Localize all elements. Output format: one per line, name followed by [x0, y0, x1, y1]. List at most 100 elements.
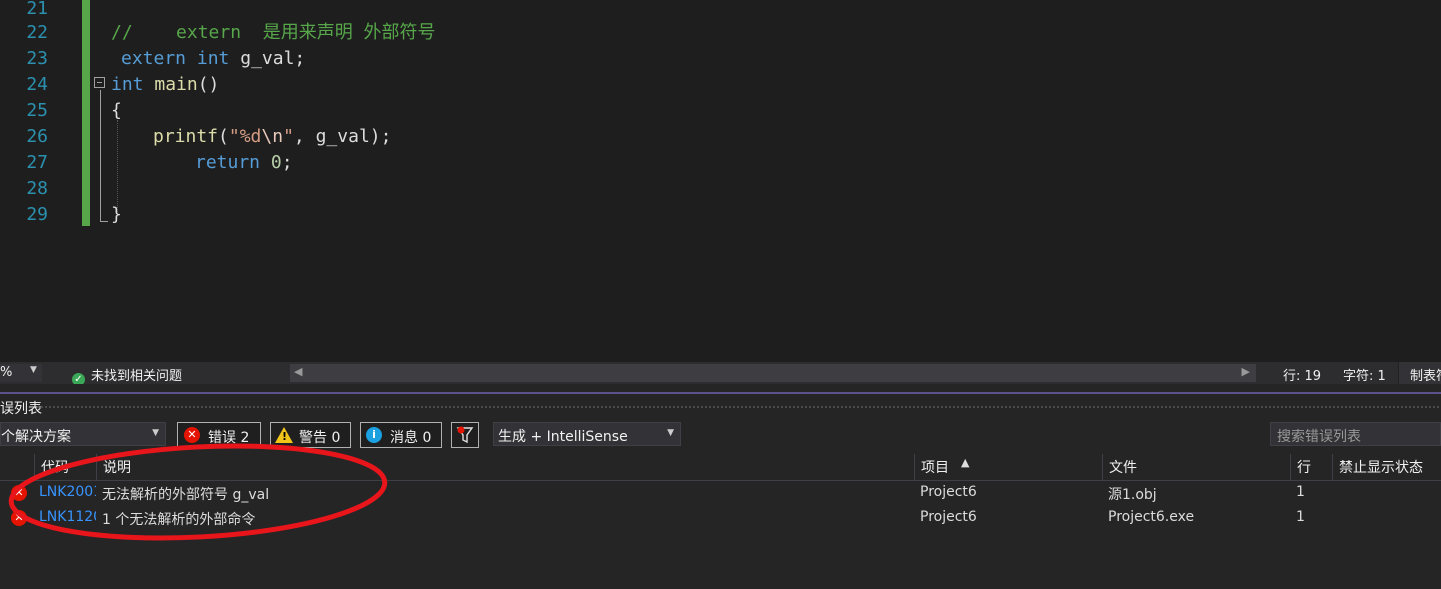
line-number: 22: [26, 22, 48, 43]
build-source-label: 生成 + IntelliSense: [498, 429, 628, 445]
error-list-toolbar: 个解决方案 ▼ ✕ 错误 2 警告 0 i 消息 0 生成 + IntelliS…: [0, 422, 1441, 450]
search-placeholder: 搜索错误列表: [1277, 429, 1361, 445]
code-line: 29 }: [0, 202, 1441, 228]
chevron-down-icon: ▼: [667, 428, 674, 438]
filter-button[interactable]: [451, 422, 479, 448]
code-line: 21: [0, 0, 1441, 22]
line-number: 24: [26, 74, 48, 95]
function-name: printf: [153, 126, 219, 147]
tabs-mode-indicator[interactable]: 制表符: [1398, 362, 1441, 384]
zoom-value: %: [0, 365, 13, 380]
column-header-label: 禁止显示状态: [1339, 460, 1423, 476]
keyword: int: [196, 48, 230, 69]
code-text: printf("%d\n", g_val);: [153, 124, 391, 150]
brace: }: [111, 204, 122, 225]
scroll-right-icon[interactable]: ▶: [1242, 365, 1250, 378]
messages-count: 消息 0: [390, 430, 432, 446]
line-number: 27: [26, 152, 48, 173]
error-icon: ✕: [11, 485, 27, 501]
issues-text: 未找到相关问题: [91, 369, 183, 384]
messages-filter-button[interactable]: i 消息 0: [360, 422, 442, 448]
column-header-project[interactable]: 项目 ▲: [914, 454, 1102, 480]
info-icon: i: [366, 427, 382, 443]
error-file: Project6.exe: [1108, 509, 1195, 525]
scroll-left-icon[interactable]: ◀: [294, 365, 302, 378]
keyword: int: [111, 74, 144, 95]
column-position: 字符: 1: [1343, 369, 1386, 384]
code-line: 28: [0, 176, 1441, 202]
comment-text: // extern 是用来声明 外部符号: [111, 22, 436, 43]
number-literal: 0: [270, 152, 282, 173]
zoom-dropdown[interactable]: % ▼: [0, 364, 42, 382]
code-line: 24 int main(): [0, 72, 1441, 98]
error-description: 无法解析的外部符号 g_val: [102, 487, 270, 503]
punctuation: ;: [281, 152, 293, 173]
column-header-label: 文件: [1109, 460, 1137, 476]
errors-count: 错误 2: [208, 430, 250, 446]
column-header-file[interactable]: 文件: [1102, 454, 1290, 480]
editor-status-bar: % ▼ ✓未找到相关问题 ◀ ▶ 行: 19 字符: 1 制表符: [0, 362, 1441, 386]
error-icon: ✕: [11, 510, 27, 526]
string-literal: "%d: [228, 126, 262, 147]
brace: {: [111, 100, 122, 121]
warnings-filter-button[interactable]: 警告 0: [270, 422, 351, 448]
punctuation: (): [197, 74, 220, 95]
string-literal: ": [283, 126, 294, 147]
table-row[interactable]: ✕ LNK2001 无法解析的外部符号 g_val Project6 源1.ob…: [0, 481, 1441, 506]
line-number: 23: [26, 48, 48, 69]
filter-icon: [456, 426, 474, 444]
column-header-code[interactable]: 代码: [34, 454, 96, 480]
code-line: 25 {: [0, 98, 1441, 124]
line-number: 25: [26, 100, 48, 121]
function-name: main: [154, 74, 198, 95]
scope-dropdown[interactable]: 个解决方案 ▼: [0, 422, 166, 446]
line-number: 28: [26, 178, 48, 199]
column-header-line[interactable]: 行: [1290, 454, 1332, 480]
keyword: extern: [121, 48, 187, 69]
escape-sequence: \n: [261, 126, 284, 147]
chevron-down-icon: ▼: [152, 428, 159, 438]
code-line: 22 // extern 是用来声明 外部符号: [0, 20, 1441, 46]
column-header-suppression[interactable]: 禁止显示状态: [1332, 454, 1441, 480]
tabs-mode-label: 制表符: [1410, 369, 1441, 384]
error-icon: ✕: [184, 427, 200, 443]
line-position: 行: 19: [1283, 369, 1322, 384]
warnings-count: 警告 0: [299, 430, 341, 446]
error-search-input[interactable]: 搜索错误列表: [1270, 422, 1441, 446]
error-line: 1: [1296, 509, 1305, 525]
column-header-label: 项目: [921, 460, 949, 476]
column-header-label: 代码: [41, 460, 69, 476]
scope-label: 个解决方案: [1, 429, 71, 445]
error-file: 源1.obj: [1108, 487, 1157, 503]
sort-up-icon: ▲: [961, 456, 970, 469]
errors-filter-button[interactable]: ✕ 错误 2: [177, 422, 261, 448]
issues-indicator[interactable]: ✓ 未找到相关问题: [72, 365, 182, 386]
arguments: , g_val);: [293, 126, 392, 147]
code-editor[interactable]: 21 22 // extern 是用来声明 外部符号 23 extern int…: [0, 0, 1441, 362]
code-text: return 0;: [195, 150, 293, 176]
error-code-link[interactable]: LNK2001: [39, 484, 96, 500]
column-header-label: 说明: [103, 460, 131, 476]
line-number: 26: [26, 126, 48, 147]
keyword: return: [195, 152, 261, 173]
warning-icon: [275, 427, 293, 443]
code-line: 23 extern int g_val;: [0, 46, 1441, 72]
error-line: 1: [1296, 484, 1305, 500]
panel-splitter[interactable]: [0, 392, 1441, 394]
column-header-description[interactable]: 说明: [96, 454, 914, 480]
code-text: extern int g_val;: [121, 46, 305, 72]
error-project: Project6: [920, 484, 977, 500]
punctuation: (: [218, 126, 229, 147]
error-description: 1 个无法解析的外部命令: [102, 512, 256, 528]
identifier: g_val;: [229, 48, 306, 69]
error-code-link[interactable]: LNK1120: [39, 509, 96, 525]
chevron-down-icon: ▼: [30, 365, 37, 375]
column-header-label: 行: [1297, 460, 1311, 476]
horizontal-scrollbar[interactable]: ◀ ▶: [290, 364, 1256, 382]
panel-drag-handle[interactable]: [36, 405, 1441, 410]
code-line: 26 printf("%d\n", g_val);: [0, 124, 1441, 150]
code-text: int main(): [111, 72, 219, 98]
error-project: Project6: [920, 509, 977, 525]
build-source-dropdown[interactable]: 生成 + IntelliSense ▼: [493, 422, 681, 446]
table-row[interactable]: ✕ LNK1120 1 个无法解析的外部命令 Project6 Project6…: [0, 506, 1441, 531]
